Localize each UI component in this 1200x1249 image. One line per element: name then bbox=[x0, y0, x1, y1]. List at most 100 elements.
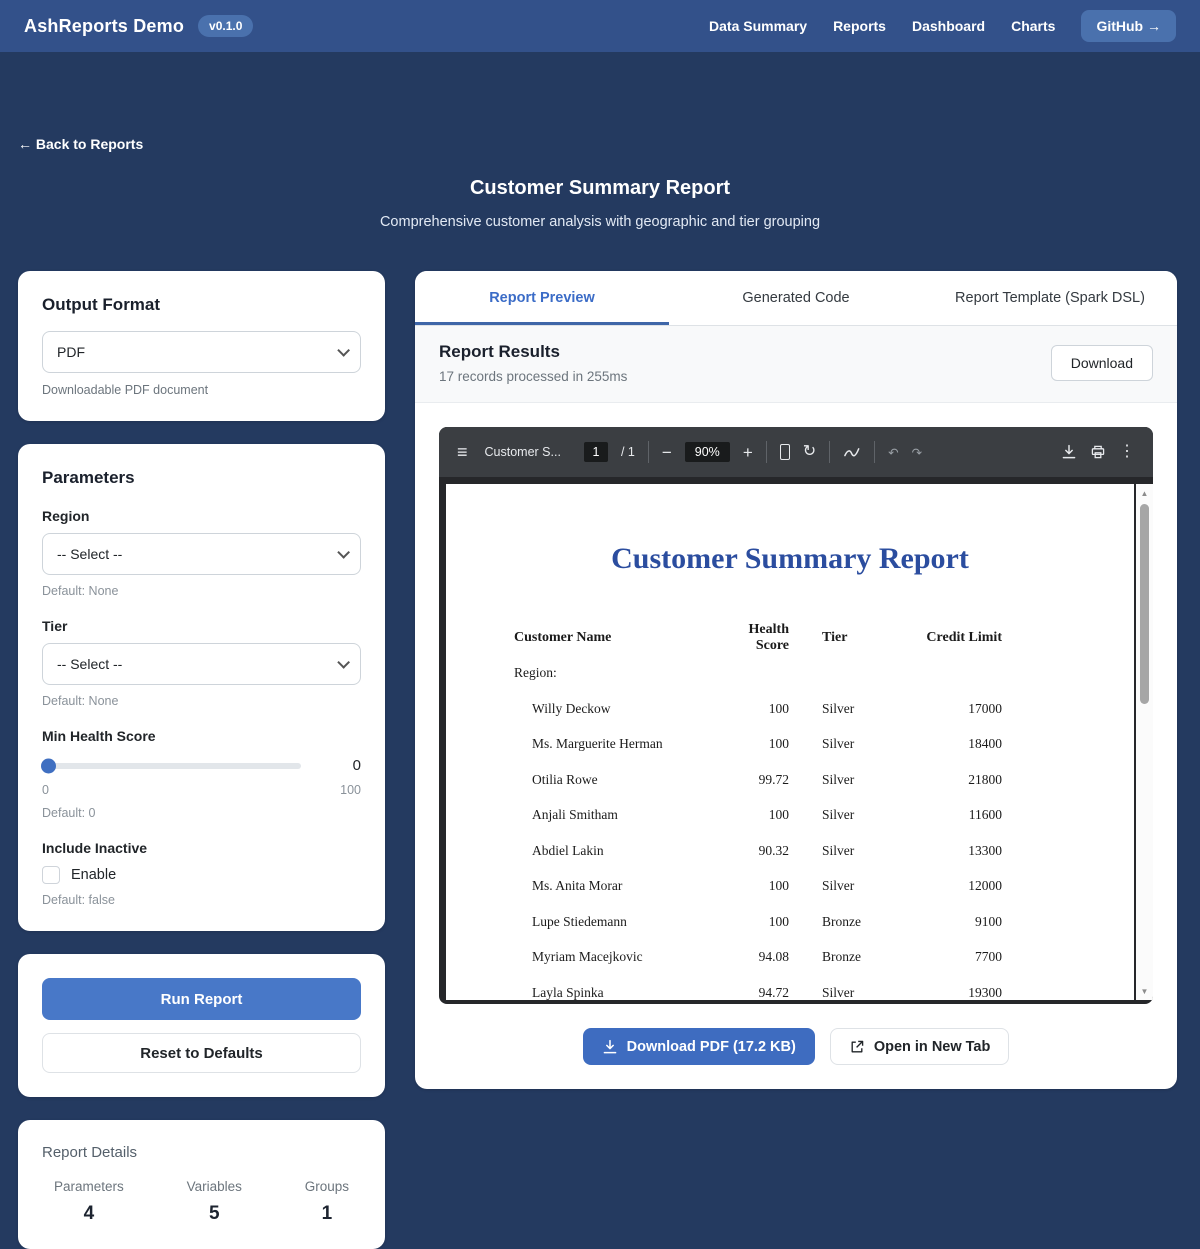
enable-label: Enable bbox=[71, 867, 116, 883]
toolbar-divider bbox=[874, 441, 875, 463]
parameters-title: Parameters bbox=[42, 468, 361, 488]
page-total-label: / 1 bbox=[621, 445, 635, 459]
stat-variables: Variables 5 bbox=[187, 1179, 242, 1225]
output-format-select[interactable]: PDF bbox=[42, 331, 361, 373]
tier-label: Tier bbox=[42, 618, 361, 634]
zoom-level-display: 90% bbox=[685, 442, 730, 462]
pdf-table-row: Ms. Anita Morar100Silver12000 bbox=[514, 869, 1006, 905]
pdf-cell-tier: Silver bbox=[789, 843, 919, 859]
redo-icon[interactable]: ↷ bbox=[912, 445, 922, 460]
back-to-reports-link[interactable]: ← Back to Reports bbox=[18, 136, 143, 152]
zoom-out-icon[interactable]: − bbox=[662, 444, 672, 461]
toolbar-divider bbox=[766, 441, 767, 463]
tab-generated-code[interactable]: Generated Code bbox=[669, 271, 923, 325]
pdf-cell-tier: Silver bbox=[789, 701, 919, 717]
nav-link-reports[interactable]: Reports bbox=[833, 18, 886, 34]
pdf-cell-score: 100 bbox=[724, 736, 789, 752]
tab-report-preview[interactable]: Report Preview bbox=[415, 271, 669, 325]
pdf-cell-credit: 19300 bbox=[919, 985, 1002, 1000]
page-subtitle: Comprehensive customer analysis with geo… bbox=[18, 214, 1182, 230]
pdf-cell-name: Willy Deckow bbox=[514, 701, 724, 717]
region-selected-value: -- Select -- bbox=[57, 546, 122, 562]
pdf-cell-tier: Bronze bbox=[789, 949, 919, 965]
download-button[interactable]: Download bbox=[1051, 345, 1153, 381]
column-customer-name: Customer Name bbox=[514, 630, 724, 646]
pdf-cell-credit: 13300 bbox=[919, 843, 1002, 859]
nav-link-dashboard[interactable]: Dashboard bbox=[912, 18, 985, 34]
nav-link-charts[interactable]: Charts bbox=[1011, 18, 1055, 34]
stat-label: Groups bbox=[305, 1179, 349, 1194]
chevron-down-icon bbox=[337, 546, 350, 559]
report-details-card: Report Details Parameters 4 Variables 5 … bbox=[18, 1120, 385, 1249]
download-pdf-label: Download PDF (17.2 KB) bbox=[627, 1039, 796, 1055]
tier-select[interactable]: -- Select -- bbox=[42, 643, 361, 685]
column-tier: Tier bbox=[789, 630, 919, 646]
github-button[interactable]: GitHub → bbox=[1081, 10, 1176, 42]
pdf-cell-tier: Silver bbox=[789, 772, 919, 788]
include-inactive-default: Default: false bbox=[42, 893, 361, 907]
pdf-cell-score: 100 bbox=[724, 878, 789, 894]
pdf-cell-tier: Silver bbox=[789, 985, 919, 1000]
include-inactive-checkbox[interactable] bbox=[42, 866, 60, 884]
report-results-subtitle: 17 records processed in 255ms bbox=[439, 369, 627, 384]
undo-icon[interactable]: ↶ bbox=[888, 445, 898, 460]
pdf-cell-tier: Silver bbox=[789, 807, 919, 823]
min-health-score-default: Default: 0 bbox=[42, 806, 361, 820]
output-format-help: Downloadable PDF document bbox=[42, 383, 361, 397]
tab-bar: Report Preview Generated Code Report Tem… bbox=[415, 271, 1177, 326]
output-format-card: Output Format PDF Downloadable PDF docum… bbox=[18, 271, 385, 421]
scroll-up-icon[interactable]: ▲ bbox=[1136, 485, 1153, 501]
pdf-cell-credit: 12000 bbox=[919, 878, 1002, 894]
slider-minmax: 0 100 bbox=[42, 783, 361, 797]
pdf-footer-actions: Download PDF (17.2 KB) Open in New Tab bbox=[415, 1004, 1177, 1086]
pdf-table-row: Willy Deckow100Silver17000 bbox=[514, 691, 1006, 727]
pdf-scrollbar[interactable]: ▲ ▼ bbox=[1136, 484, 1153, 1000]
region-field: Region -- Select -- Default: None bbox=[42, 508, 361, 598]
download-icon[interactable] bbox=[1061, 444, 1077, 460]
fit-page-icon[interactable] bbox=[780, 444, 790, 460]
pdf-cell-score: 94.72 bbox=[724, 985, 789, 1000]
slider-max-label: 100 bbox=[340, 783, 361, 797]
column-credit-limit: Credit Limit bbox=[919, 630, 1002, 646]
page-number-input[interactable]: 1 bbox=[584, 442, 608, 462]
kebab-menu-icon[interactable]: ⋮ bbox=[1119, 444, 1135, 460]
tier-selected-value: -- Select -- bbox=[57, 656, 122, 672]
region-select[interactable]: -- Select -- bbox=[42, 533, 361, 575]
min-health-score-value: 0 bbox=[301, 757, 361, 774]
annotate-icon[interactable] bbox=[843, 444, 861, 460]
zoom-in-icon[interactable]: + bbox=[743, 444, 753, 461]
pdf-cell-name: Myriam Macejkovic bbox=[514, 949, 724, 965]
open-new-tab-button[interactable]: Open in New Tab bbox=[830, 1028, 1010, 1065]
scroll-down-icon[interactable]: ▼ bbox=[1136, 983, 1153, 999]
pdf-cell-name: Ms. Anita Morar bbox=[514, 878, 724, 894]
output-format-title: Output Format bbox=[42, 295, 361, 315]
pdf-cell-score: 90.32 bbox=[724, 843, 789, 859]
min-health-score-slider[interactable] bbox=[42, 763, 301, 769]
slider-thumb[interactable] bbox=[41, 758, 56, 773]
tier-default: Default: None bbox=[42, 694, 361, 708]
stat-label: Parameters bbox=[54, 1179, 124, 1194]
download-pdf-button[interactable]: Download PDF (17.2 KB) bbox=[583, 1028, 815, 1065]
nav-link-data-summary[interactable]: Data Summary bbox=[709, 18, 807, 34]
tab-report-template[interactable]: Report Template (Spark DSL) bbox=[923, 271, 1177, 325]
run-report-button[interactable]: Run Report bbox=[42, 978, 361, 1020]
pdf-toolbar: ≡ Customer S... 1 / 1 − 90% + ↻ bbox=[439, 427, 1153, 477]
pdf-content: Customer Summary Report Customer Name He… bbox=[439, 477, 1153, 1004]
page-title: Customer Summary Report bbox=[18, 177, 1182, 200]
toolbar-divider bbox=[829, 441, 830, 463]
pdf-cell-name: Lupe Stiedemann bbox=[514, 914, 724, 930]
pdf-cell-score: 99.72 bbox=[724, 772, 789, 788]
pdf-report-title: Customer Summary Report bbox=[446, 542, 1134, 576]
reset-defaults-button[interactable]: Reset to Defaults bbox=[42, 1033, 361, 1073]
include-inactive-field: Include Inactive Enable Default: false bbox=[42, 840, 361, 907]
pdf-cell-tier: Bronze bbox=[789, 914, 919, 930]
print-icon[interactable] bbox=[1090, 444, 1106, 460]
include-inactive-label: Include Inactive bbox=[42, 840, 361, 856]
pdf-table-row: Abdiel Lakin90.32Silver13300 bbox=[514, 833, 1006, 869]
pdf-group-label: Region: bbox=[514, 656, 1006, 692]
rotate-icon[interactable]: ↻ bbox=[803, 444, 816, 460]
pdf-cell-name: Anjali Smitham bbox=[514, 807, 724, 823]
menu-icon[interactable]: ≡ bbox=[457, 443, 468, 461]
scrollbar-thumb[interactable] bbox=[1140, 504, 1149, 704]
tier-field: Tier -- Select -- Default: None bbox=[42, 618, 361, 708]
